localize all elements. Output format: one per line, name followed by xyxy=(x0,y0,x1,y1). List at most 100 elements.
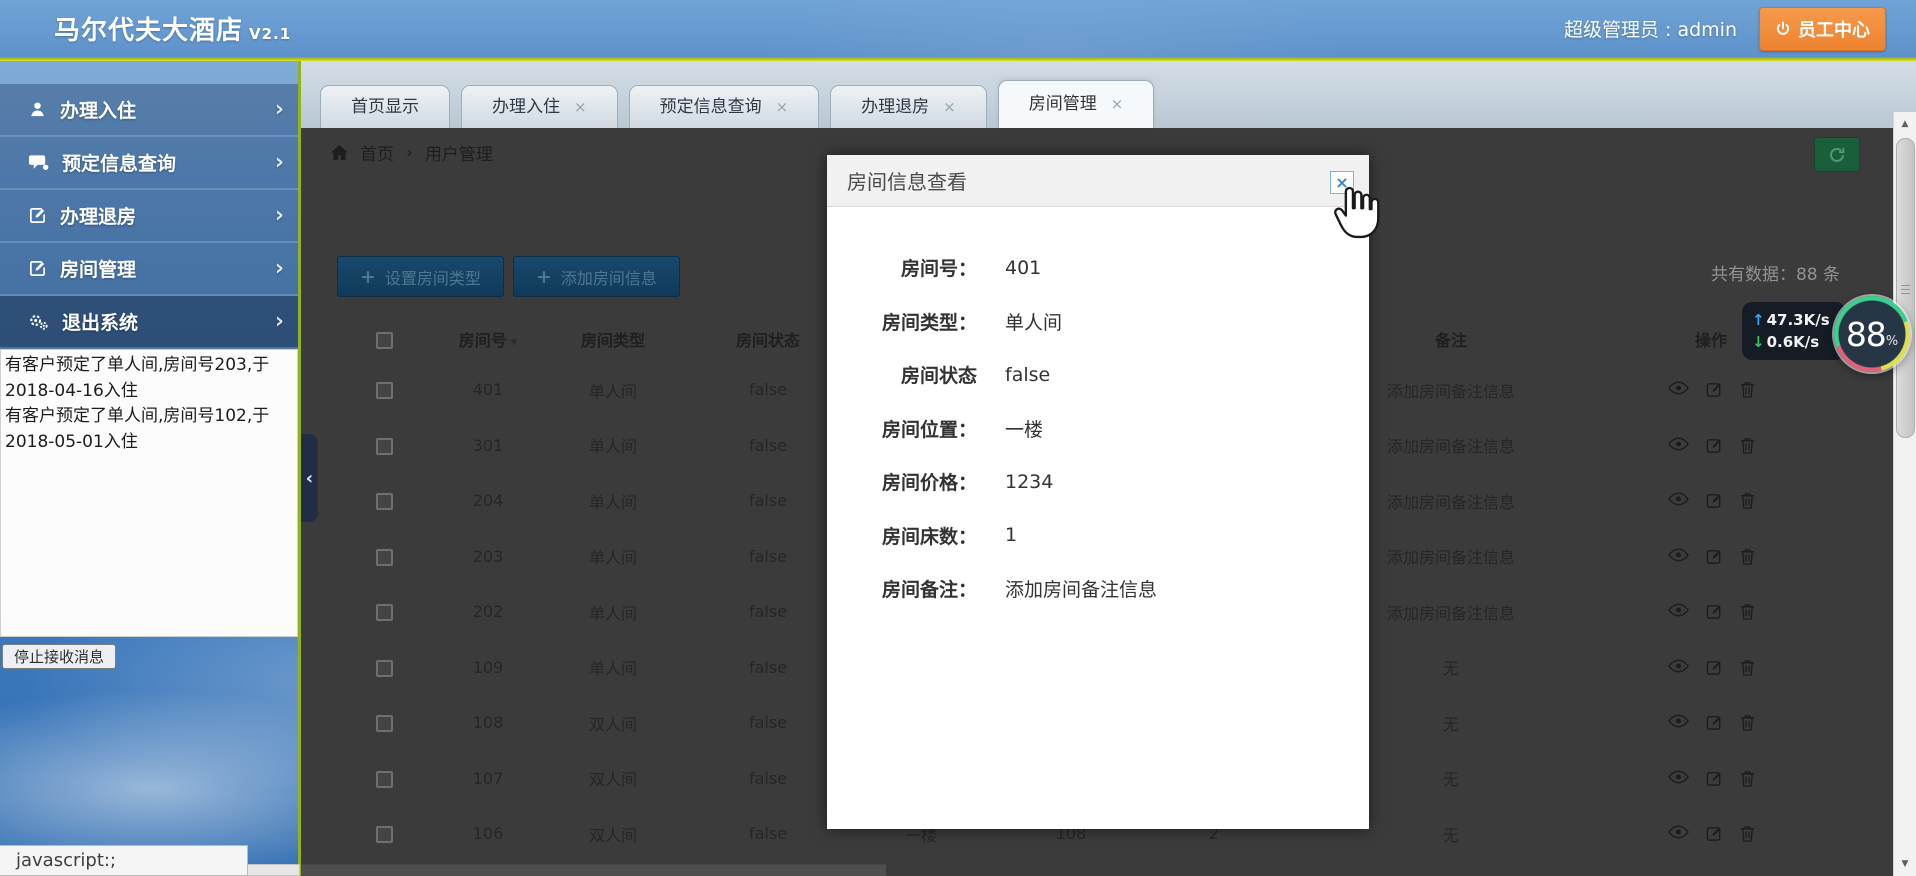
sidebar-item-room-management[interactable]: 房间管理 › xyxy=(0,243,298,296)
row-checkbox[interactable] xyxy=(376,438,393,455)
cell-room-no: 109 xyxy=(437,658,539,677)
cell-room-type: 单人间 xyxy=(539,544,687,568)
column-header-room-status: 房间状态 xyxy=(687,327,849,351)
notification-panel: 有客户预定了单人间,房间号203,于2018-04-16入住有客户预定了单人间,… xyxy=(0,349,298,637)
tab-checkin[interactable]: 办理入住 × xyxy=(461,85,618,128)
tab-label: 办理退房 xyxy=(861,87,929,128)
tab-close-icon[interactable]: × xyxy=(1111,84,1124,125)
breadcrumb-separator: › xyxy=(406,143,413,163)
delete-icon[interactable] xyxy=(1740,603,1755,620)
tab-bar: 首页显示 办理入住 × 预定信息查询 × 办理退房 × 房间管理 × xyxy=(301,61,1916,128)
modal-field-row: 房间位置： 一楼 xyxy=(827,402,1369,456)
sidebar-item-label: 房间管理 xyxy=(60,255,136,282)
view-icon[interactable] xyxy=(1668,492,1689,509)
refresh-icon xyxy=(1828,146,1846,164)
view-icon[interactable] xyxy=(1668,437,1689,454)
set-room-type-button[interactable]: + 设置房间类型 xyxy=(337,256,504,297)
modal-field-row: 房间类型： 单人间 xyxy=(827,295,1369,349)
tab-home-display[interactable]: 首页显示 xyxy=(320,85,450,128)
row-checkbox[interactable] xyxy=(376,826,393,843)
cell-room-status: false xyxy=(687,602,849,621)
modal-close-button[interactable]: × xyxy=(1330,171,1354,194)
delete-icon[interactable] xyxy=(1740,437,1755,454)
row-checkbox[interactable] xyxy=(376,660,393,677)
scroll-down-arrow[interactable]: ▼ xyxy=(1894,854,1916,874)
view-icon[interactable] xyxy=(1668,603,1689,620)
chevron-right-icon: › xyxy=(275,150,284,175)
delete-icon[interactable] xyxy=(1740,492,1755,509)
edit-icon[interactable] xyxy=(1706,825,1723,842)
download-arrow-icon: ↓ xyxy=(1752,333,1765,351)
view-icon[interactable] xyxy=(1668,770,1689,787)
tab-booking-query[interactable]: 预定信息查询 × xyxy=(629,85,820,128)
modal-title: 房间信息查看 xyxy=(847,166,967,195)
view-icon[interactable] xyxy=(1668,659,1689,676)
edit-icon[interactable] xyxy=(1706,492,1723,509)
modal-body: 房间号： 401 房间类型： 单人间 房间状态 false 房间位置： 一楼 房… xyxy=(827,207,1369,616)
sidebar-collapse-handle[interactable]: ‹ xyxy=(301,434,318,522)
delete-icon[interactable] xyxy=(1740,548,1755,565)
sidebar-item-label: 退出系统 xyxy=(62,308,138,335)
row-checkbox[interactable] xyxy=(376,715,393,732)
stop-receiving-messages-button[interactable]: 停止接收消息 xyxy=(2,644,116,669)
cell-room-type: 单人间 xyxy=(539,600,687,624)
top-header-bar: 马尔代夫大酒店V2.1 超级管理员 : admin 员工中心 xyxy=(0,0,1916,57)
delete-icon[interactable] xyxy=(1740,825,1755,842)
delete-icon[interactable] xyxy=(1740,659,1755,676)
delete-icon[interactable] xyxy=(1740,714,1755,731)
breadcrumb-home[interactable]: 首页 xyxy=(360,140,394,165)
sidebar-item-exit-system[interactable]: 退出系统 › xyxy=(0,296,298,349)
edit-icon[interactable] xyxy=(1706,659,1723,676)
ball-percentage: 88 xyxy=(1846,315,1886,354)
edit-icon[interactable] xyxy=(1706,437,1723,454)
vertical-scrollbar[interactable]: ▲ ▼ xyxy=(1893,112,1916,876)
tab-checkout[interactable]: 办理退房 × xyxy=(830,85,987,128)
edit-icon[interactable] xyxy=(1706,548,1723,565)
refresh-button[interactable] xyxy=(1814,137,1860,172)
sidebar-item-checkin[interactable]: 办理入住 › xyxy=(0,84,298,137)
delete-icon[interactable] xyxy=(1740,381,1755,398)
sidebar-item-booking-query[interactable]: 预定信息查询 › xyxy=(0,137,298,190)
cell-room-no: 106 xyxy=(437,824,539,843)
add-room-info-button[interactable]: + 添加房间信息 xyxy=(513,256,680,297)
scrollbar-grip xyxy=(1901,285,1910,286)
delete-icon[interactable] xyxy=(1740,770,1755,787)
tab-close-icon[interactable]: × xyxy=(776,87,789,128)
cell-room-type: 单人间 xyxy=(539,433,687,457)
tab-room-management[interactable]: 房间管理 × xyxy=(998,80,1155,128)
row-checkbox[interactable] xyxy=(376,493,393,510)
row-checkbox[interactable] xyxy=(376,771,393,788)
sidebar-item-label: 办理退房 xyxy=(60,202,136,229)
row-checkbox[interactable] xyxy=(376,604,393,621)
column-header-room-no[interactable]: 房间号▾ xyxy=(437,327,539,351)
horizontal-scrollbar-dimmed[interactable] xyxy=(301,864,886,876)
row-checkbox[interactable] xyxy=(376,382,393,399)
cell-room-no: 203 xyxy=(437,547,539,566)
admin-user-label: 超级管理员 : admin xyxy=(1564,15,1737,42)
tab-close-icon[interactable]: × xyxy=(574,87,587,128)
scrollbar-thumb[interactable] xyxy=(1896,138,1915,438)
sidebar-item-checkout[interactable]: 办理退房 › xyxy=(0,190,298,243)
edit-icon[interactable] xyxy=(1706,381,1723,398)
performance-ball-widget[interactable]: 88 % xyxy=(1834,296,1910,372)
cell-room-no: 107 xyxy=(437,769,539,788)
view-icon[interactable] xyxy=(1668,714,1689,731)
view-icon[interactable] xyxy=(1668,548,1689,565)
modal-field-value: 一楼 xyxy=(1005,415,1043,442)
edit-icon[interactable] xyxy=(1706,714,1723,731)
edit-icon[interactable] xyxy=(1706,770,1723,787)
modal-field-label: 房间号： xyxy=(827,254,977,281)
cell-room-type: 单人间 xyxy=(539,489,687,513)
modal-field-value: 添加房间备注信息 xyxy=(1005,575,1157,602)
add-room-info-label: 添加房间信息 xyxy=(561,265,657,289)
edit-icon[interactable] xyxy=(1706,603,1723,620)
row-checkbox[interactable] xyxy=(376,549,393,566)
view-icon[interactable] xyxy=(1668,381,1689,398)
hotel-admin-app: 马尔代夫大酒店V2.1 超级管理员 : admin 员工中心 办理入住 › xyxy=(0,0,1916,876)
staff-center-button[interactable]: 员工中心 xyxy=(1759,7,1886,51)
scroll-up-arrow[interactable]: ▲ xyxy=(1894,114,1916,134)
network-speed-widget[interactable]: ↑47.3K/s ↓0.6K/s xyxy=(1742,302,1846,360)
tab-close-icon[interactable]: × xyxy=(943,87,956,128)
select-all-checkbox[interactable] xyxy=(376,332,393,349)
view-icon[interactable] xyxy=(1668,825,1689,842)
